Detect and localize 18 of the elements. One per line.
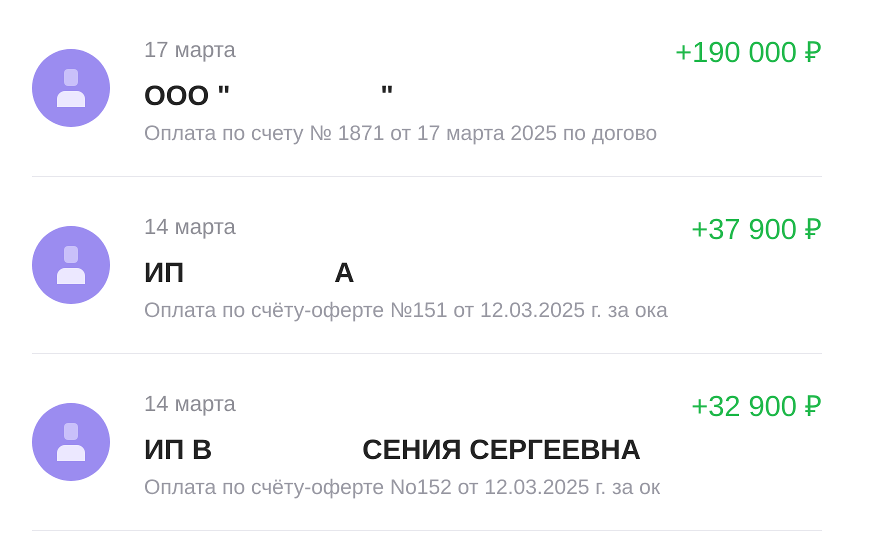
avatar-icon bbox=[32, 226, 110, 304]
payer-name: " bbox=[380, 80, 394, 112]
transaction-date: 14 марта bbox=[144, 214, 236, 240]
payer-name: ИП bbox=[144, 256, 184, 288]
transaction-amount: +32 900 ₽ bbox=[691, 390, 822, 424]
payer-name: А bbox=[334, 256, 354, 288]
payer-name: СЕНИЯ СЕРГЕЕВНА bbox=[362, 434, 641, 466]
avatar-icon bbox=[32, 403, 110, 481]
transaction-date: 14 марта bbox=[144, 391, 236, 417]
payment-description: Оплата по счету № 1871 от 17 марта 2025 по догово bbox=[144, 122, 658, 146]
payer-name: ООО " bbox=[144, 80, 230, 112]
payer-name: ИП В bbox=[144, 434, 212, 466]
payment-description: Оплата по счёту-оферте №151 от 12.03.2025 г. за ока bbox=[144, 298, 669, 322]
payment-description: Оплата по счёту-оферте No152 от 12.03.2025 г. за ок bbox=[144, 476, 662, 500]
avatar-icon bbox=[32, 49, 110, 127]
transaction-date: 17 марта bbox=[144, 37, 236, 63]
transaction-amount: +37 900 ₽ bbox=[691, 212, 822, 246]
transaction-amount: +190 000 ₽ bbox=[675, 36, 822, 70]
